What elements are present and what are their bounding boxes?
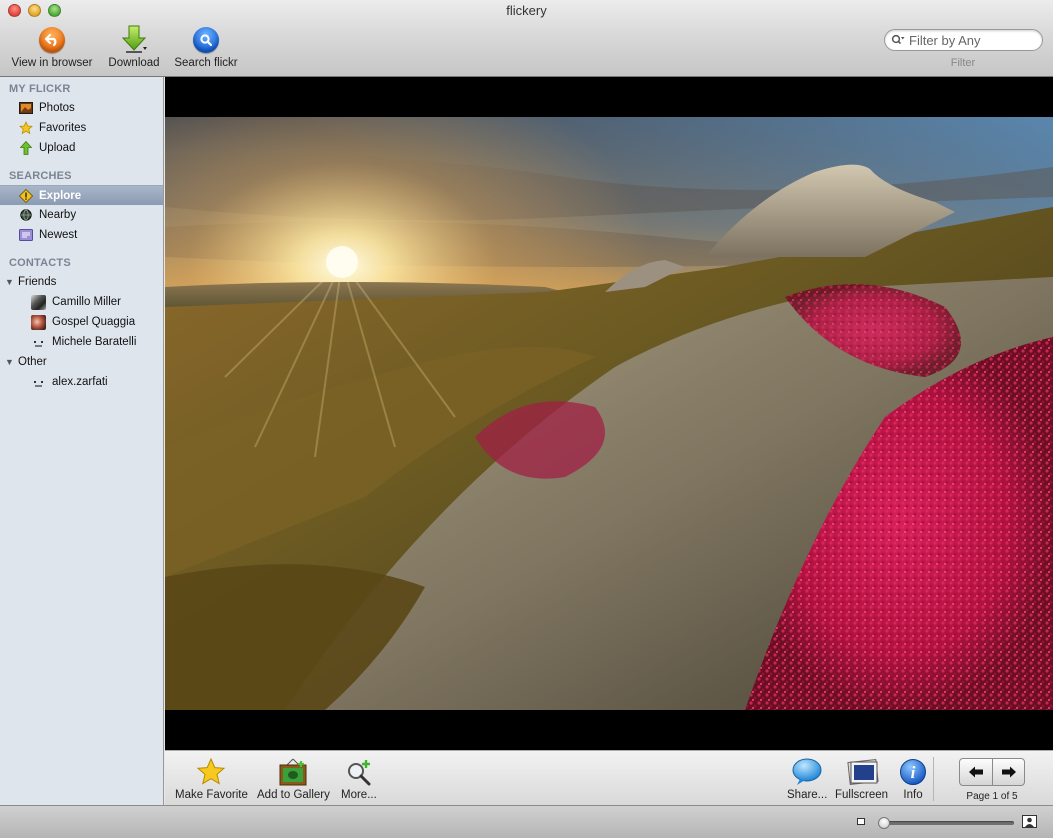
section-heading-searches: SEARCHES	[9, 170, 72, 182]
info-button[interactable]: i Info	[899, 755, 927, 801]
more-button[interactable]: More...	[341, 755, 377, 801]
view-in-browser-label: View in browser	[11, 57, 93, 69]
status-bar	[0, 805, 1053, 838]
default-avatar-icon	[31, 335, 46, 350]
sidebar-item-explore[interactable]: Explore	[0, 185, 163, 205]
magnifier-icon	[193, 27, 219, 53]
disclosure-triangle-icon[interactable]: ▼	[5, 277, 15, 287]
fullscreen-button[interactable]: Fullscreen	[835, 755, 888, 801]
page-indicator: Page 1 of 5	[966, 791, 1018, 802]
explore-warning-icon	[19, 188, 33, 203]
sidebar-item-label: Explore	[39, 189, 82, 202]
sidebar-group-label: Friends	[18, 276, 57, 288]
sidebar-item-upload[interactable]: Upload	[0, 138, 163, 158]
right-arrow-icon	[1001, 766, 1016, 778]
page-navigation	[959, 758, 1025, 786]
photo-viewer[interactable]	[165, 77, 1053, 750]
share-button[interactable]: Share...	[787, 755, 827, 801]
window-title: flickery	[506, 3, 547, 18]
zoom-slider-knob[interactable]	[878, 817, 890, 829]
info-label: Info	[903, 789, 923, 801]
photos-icon	[19, 101, 33, 115]
window-toolbar: flickery View in browser Download Search…	[0, 0, 1053, 77]
sidebar-item-alex-zarfati[interactable]: alex.zarfati	[0, 372, 163, 392]
sidebar-item-favorites[interactable]: Favorites	[0, 118, 163, 138]
upload-arrow-icon	[19, 141, 33, 155]
make-favorite-label: Make Favorite	[175, 789, 248, 801]
download-label: Download	[108, 57, 160, 69]
sidebar-group-friends[interactable]: ▼ Friends	[0, 272, 163, 292]
globe-icon	[19, 208, 33, 222]
gallery-frame-icon	[279, 758, 307, 786]
fullscreen-monitor-icon	[846, 759, 879, 785]
back-arrow-icon	[39, 27, 65, 53]
download-button[interactable]: Download	[104, 24, 164, 69]
small-thumbnail-icon	[857, 818, 865, 825]
newest-icon	[19, 228, 33, 242]
svg-text:i: i	[911, 763, 916, 782]
star-icon	[19, 121, 33, 135]
sidebar-item-newest[interactable]: Newest	[0, 225, 163, 245]
disclosure-triangle-icon[interactable]: ▼	[5, 357, 15, 367]
sidebar-item-label: Nearby	[39, 209, 77, 221]
sidebar-group-label: Other	[18, 356, 47, 368]
info-icon: i	[900, 759, 926, 785]
sidebar-item-nearby[interactable]: Nearby	[0, 205, 163, 225]
sidebar-item-label: alex.zarfati	[52, 376, 108, 388]
fullscreen-label: Fullscreen	[835, 789, 889, 801]
large-thumbnail-icon	[1022, 815, 1037, 828]
section-heading-my-flickr: MY FLICKR	[9, 83, 71, 95]
photo-action-bar: Make Favorite Add to Gallery More... Sha…	[165, 750, 1053, 805]
left-arrow-icon	[969, 766, 983, 778]
speech-bubble-icon	[792, 758, 822, 785]
filter-label: Filter	[950, 57, 976, 69]
star-icon	[197, 757, 226, 785]
sidebar-item-label: Gospel Quaggia	[52, 316, 136, 328]
magnifier-plus-icon	[347, 760, 371, 786]
sidebar-item-label: Photos	[39, 102, 75, 114]
avatar	[31, 294, 46, 310]
search-flickr-label: Search flickr	[174, 57, 238, 69]
sidebar-item-photos[interactable]: Photos	[0, 98, 163, 118]
sidebar-item-camillo-miller[interactable]: Camillo Miller	[0, 292, 163, 312]
sidebar-item-label: Favorites	[39, 122, 87, 134]
view-in-browser-button[interactable]: View in browser	[8, 24, 96, 69]
share-label: Share...	[787, 789, 828, 801]
add-to-gallery-label: Add to Gallery	[257, 789, 330, 801]
landscape-photo[interactable]	[165, 117, 1053, 710]
next-page-button[interactable]	[992, 759, 1024, 785]
default-avatar-icon	[31, 375, 46, 390]
make-favorite-button[interactable]: Make Favorite	[175, 755, 248, 801]
filter-input[interactable]	[909, 32, 1034, 48]
zoom-slider[interactable]	[878, 817, 1014, 829]
toolbar-divider	[933, 757, 934, 801]
search-flickr-button[interactable]: Search flickr	[171, 24, 241, 69]
sidebar-item-label: Newest	[39, 229, 78, 241]
more-label: More...	[341, 789, 377, 801]
search-filter-icon	[891, 34, 905, 45]
download-arrow-icon	[121, 25, 147, 53]
source-list-sidebar: MY FLICKR Photos Favorites Upload SEARCH…	[0, 77, 164, 805]
avatar	[31, 314, 46, 330]
sidebar-group-other[interactable]: ▼ Other	[0, 352, 163, 372]
section-heading-contacts: CONTACTS	[9, 257, 71, 269]
sidebar-item-michele-baratelli[interactable]: Michele Baratelli	[0, 332, 163, 352]
sidebar-item-label: Camillo Miller	[52, 296, 122, 308]
filter-search-field[interactable]	[884, 29, 1043, 51]
sidebar-item-label: Upload	[39, 142, 76, 154]
sidebar-item-label: Michele Baratelli	[52, 336, 137, 348]
sidebar-item-gospel-quaggia[interactable]: Gospel Quaggia	[0, 312, 163, 332]
add-to-gallery-button[interactable]: Add to Gallery	[257, 755, 330, 801]
previous-page-button[interactable]	[960, 759, 992, 785]
